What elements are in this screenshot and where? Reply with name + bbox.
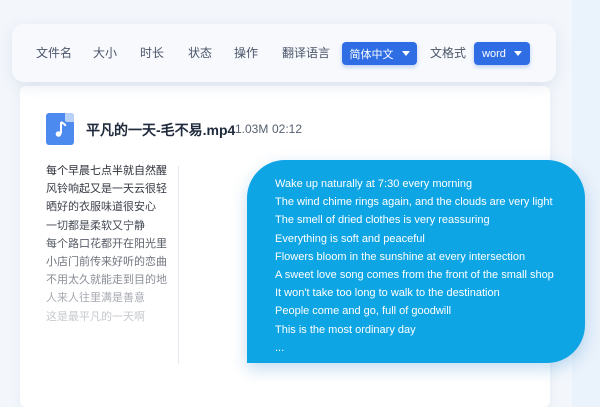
transcript-line: 人来人往里满是善意 <box>46 292 145 305</box>
transcript-line: 晒好的衣服味道很安心 <box>46 201 156 214</box>
header-doc-format: 文格式 <box>430 46 467 60</box>
translation-line: Everything is soft and peaceful <box>275 232 425 245</box>
file-duration: 02:12 <box>272 122 303 136</box>
transcript-line: 不用太久就能走到目的地 <box>46 274 167 287</box>
transcript-line: 风铃响起又是一天云很轻 <box>46 183 167 196</box>
header-translate-language: 翻译语言 <box>282 46 331 60</box>
transcript-line: 每个路口花都开在阳光里 <box>46 237 167 250</box>
translation-line: The wind chime rings again, and the clou… <box>275 196 553 209</box>
language-select-value: 简体中文 <box>349 48 394 61</box>
header-status: 状态 <box>188 46 213 60</box>
translation-line: Wake up naturally at 7:30 every morning <box>275 178 473 190</box>
transcript-line: 每个早晨七点半就自然醒 <box>46 165 167 177</box>
file-name[interactable]: 平凡的一天-毛不易.mp4 <box>86 120 235 140</box>
language-select[interactable]: 简体中文 <box>342 42 417 65</box>
chevron-down-icon <box>513 51 522 56</box>
format-select[interactable]: word <box>474 42 530 65</box>
translation-line: This is the most ordinary day <box>275 323 416 336</box>
translation-line: The smell of dried clothes is very reass… <box>275 214 490 227</box>
transcript-line: 这是最平凡的一天啊 <box>46 310 145 323</box>
transcript-line: 一切都是柔软又宁静 <box>46 219 145 232</box>
header-file-name: 文件名 <box>36 46 73 60</box>
chevron-down-icon <box>401 51 410 56</box>
header-action: 操作 <box>234 46 259 60</box>
translation-line: ... <box>275 341 285 354</box>
english-translation: Wake up naturally at 7:30 every morning … <box>275 175 580 357</box>
format-select-value: word <box>482 47 506 60</box>
transcript-line: 小店门前传来好听的恋曲 <box>46 255 167 268</box>
chinese-transcript: 每个早晨七点半就自然醒 风铃响起又是一天云很轻 晒好的衣服味道很安心 一切都是柔… <box>46 162 176 326</box>
translation-line: It won't take too long to walk to the de… <box>275 287 500 300</box>
translation-line: Flowers bloom in the sunshine at every i… <box>275 250 526 263</box>
translation-line: A sweet love song comes from the front o… <box>275 268 554 281</box>
music-file-icon <box>46 113 74 145</box>
header-duration: 时长 <box>140 46 165 60</box>
header-size: 大小 <box>93 46 118 60</box>
column-divider <box>178 166 179 364</box>
translation-line: People come and go, full of goodwill <box>275 305 452 318</box>
file-size: 1.03M <box>235 122 269 136</box>
table-header-toolbar: 文件名 大小 时长 状态 操作 翻译语言 简体中文 文格式 word <box>12 24 556 82</box>
